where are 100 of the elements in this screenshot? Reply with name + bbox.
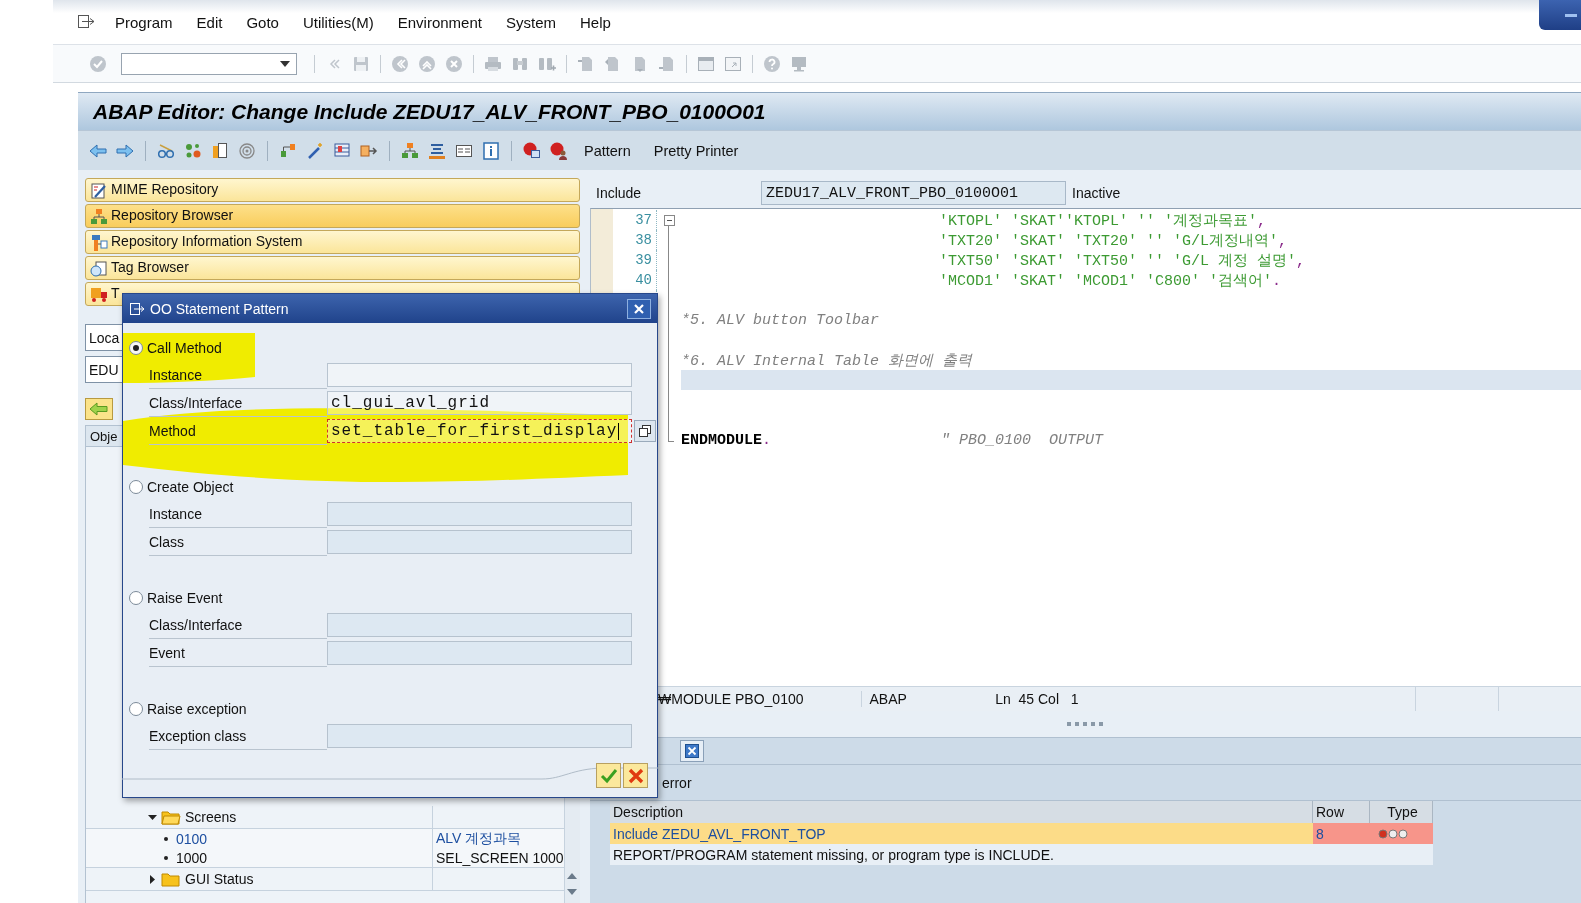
- radio-button[interactable]: [129, 591, 143, 605]
- navigation-button[interactable]: Repository Information System: [85, 230, 580, 254]
- hierarchy-icon: [89, 207, 109, 227]
- input-field[interactable]: [327, 613, 632, 637]
- table-cell-text: REPORT/PROGRAM statement missing, or program type is INCLUDE.: [612, 845, 1055, 865]
- command-field[interactable]: [121, 52, 297, 75]
- field-label: Method: [149, 417, 327, 445]
- line-number: 40: [635, 272, 652, 288]
- radio-label[interactable]: Create Object: [147, 479, 234, 495]
- field-label: Instance: [149, 361, 327, 389]
- value-help-button[interactable]: [634, 420, 656, 442]
- minimize-button[interactable]: [1539, 0, 1581, 30]
- menu-item[interactable]: Program: [103, 13, 185, 31]
- scroll-down-icon[interactable]: [567, 889, 578, 895]
- menu-icon[interactable]: [77, 14, 95, 30]
- close-icon: [633, 302, 645, 315]
- scroll-up-icon[interactable]: [567, 873, 578, 879]
- tree-item[interactable]: 1000: [176, 849, 208, 866]
- caret-icon[interactable]: [148, 812, 157, 822]
- close-button[interactable]: [680, 740, 704, 762]
- radio-label[interactable]: Raise Event: [147, 590, 223, 606]
- folder-icon: [161, 871, 181, 887]
- confirm-button[interactable]: [596, 763, 621, 788]
- folder-icon: [161, 809, 181, 825]
- dropdown-icon[interactable]: [280, 60, 290, 67]
- menu-item[interactable]: System: [493, 13, 568, 31]
- splitter-handle[interactable]: [1066, 722, 1105, 726]
- navigation-button[interactable]: Tag Browser: [85, 256, 580, 280]
- cancel-button[interactable]: [623, 763, 648, 788]
- arrow-left-icon: [89, 402, 109, 416]
- code-line: 'TXT50' 'SKAT' 'TXT50' '' 'G/L 계정 설명',: [939, 251, 1306, 270]
- tree-item-description: SEL_SCREEN 1000: [436, 849, 564, 866]
- cross-icon: [627, 767, 644, 784]
- check-circle-icon[interactable]: [88, 53, 108, 74]
- tree-item[interactable]: 0100: [176, 830, 208, 847]
- overlapping-squares-icon: [639, 425, 651, 437]
- info-icon[interactable]: [481, 140, 501, 161]
- toolbar-button[interactable]: Pretty Printer: [645, 137, 747, 164]
- stop-sign-icon[interactable]: [522, 140, 542, 161]
- menu-item[interactable]: Utilities(M): [290, 13, 386, 31]
- field-label: Class/Interface: [149, 389, 327, 417]
- navigation-button[interactable]: MIME Repository: [85, 178, 580, 202]
- tag-icon: [89, 259, 109, 279]
- input-field[interactable]: [327, 530, 632, 554]
- navigation-button[interactable]: Repository Browser: [85, 204, 580, 228]
- input-field[interactable]: [327, 363, 632, 387]
- cancel-icon[interactable]: [444, 53, 464, 74]
- input-field[interactable]: set_table_for_first_display: [327, 419, 632, 443]
- check-icon: [599, 767, 618, 784]
- close-icon: [685, 744, 699, 758]
- tree-item-description: ALV 계정과목: [436, 829, 522, 848]
- stop-user-icon[interactable]: [549, 140, 569, 161]
- toolbar-button[interactable]: Pattern: [576, 137, 639, 164]
- radio-button[interactable]: [129, 702, 143, 716]
- spiral-icon[interactable]: [237, 140, 257, 161]
- bullet-icon: [164, 836, 168, 841]
- back-button[interactable]: [85, 398, 113, 420]
- tool-icon: [89, 233, 109, 253]
- table-cell: 8: [1313, 823, 1370, 844]
- bullet-icon: [164, 855, 168, 860]
- dialog-title: OO Statement Pattern: [150, 300, 290, 317]
- close-button[interactable]: [627, 298, 651, 319]
- menu-icon[interactable]: [129, 301, 145, 316]
- input-field[interactable]: cl_gui_avl_grid: [327, 391, 632, 415]
- copy-icon[interactable]: [210, 140, 230, 161]
- collapse-icon[interactable]: [663, 214, 675, 226]
- input-field[interactable]: [327, 724, 632, 748]
- tree-item[interactable]: GUI Status: [185, 871, 254, 887]
- hierarchy-icon[interactable]: [400, 140, 420, 161]
- line-number: 39: [635, 252, 652, 268]
- code-line: *5. ALV button Toolbar: [681, 311, 880, 329]
- input-field[interactable]: [327, 502, 632, 526]
- caret-icon[interactable]: [148, 874, 157, 884]
- code-line: 'MCOD1' 'SKAT' 'MCOD1' 'C800' '검색어'.: [939, 271, 1282, 290]
- status-text: ₩MODULE PBO_0100: [657, 691, 805, 707]
- status-text: ABAP: [860, 691, 988, 707]
- cursor-position: Ln 45 Col 1: [994, 691, 1080, 707]
- menu-item[interactable]: Environment: [385, 13, 494, 31]
- line-number: 38: [635, 232, 652, 248]
- input-field[interactable]: [327, 641, 632, 665]
- filter-label: error: [662, 774, 692, 791]
- line-number: 37: [635, 212, 652, 228]
- code-line: ENDMODULE. " PBO_0100 OUTPUT: [681, 431, 1104, 449]
- menu-item[interactable]: Help: [568, 13, 623, 31]
- help-icon[interactable]: [762, 53, 782, 74]
- code-line: 'KTOPL' 'SKAT''KTOPL' '' '계정과목표',: [939, 211, 1267, 230]
- exit-icon[interactable]: [417, 53, 437, 74]
- menu-item[interactable]: Goto: [234, 13, 291, 31]
- truck-icon: [89, 285, 109, 305]
- code-line: 'TXT20' 'SKAT' 'TXT20' '' 'G/L계정내역',: [939, 231, 1288, 250]
- table-cell-text: Include ZEDU_AVL_FRONT_TOP: [612, 824, 827, 844]
- status-text: Inactive: [1072, 185, 1121, 201]
- tree-item[interactable]: Screens: [185, 809, 237, 825]
- radio-button[interactable]: [129, 480, 143, 494]
- radio-label[interactable]: Raise exception: [147, 701, 247, 717]
- window-title: ABAP Editor: Change Include ZEDU17_ALV_FRONT_PBO_0100O01: [93, 99, 766, 124]
- field-label: Include: [596, 185, 643, 201]
- radio-label[interactable]: Call Method: [147, 340, 222, 356]
- back-icon[interactable]: [390, 53, 410, 74]
- menu-item[interactable]: Edit: [184, 13, 235, 31]
